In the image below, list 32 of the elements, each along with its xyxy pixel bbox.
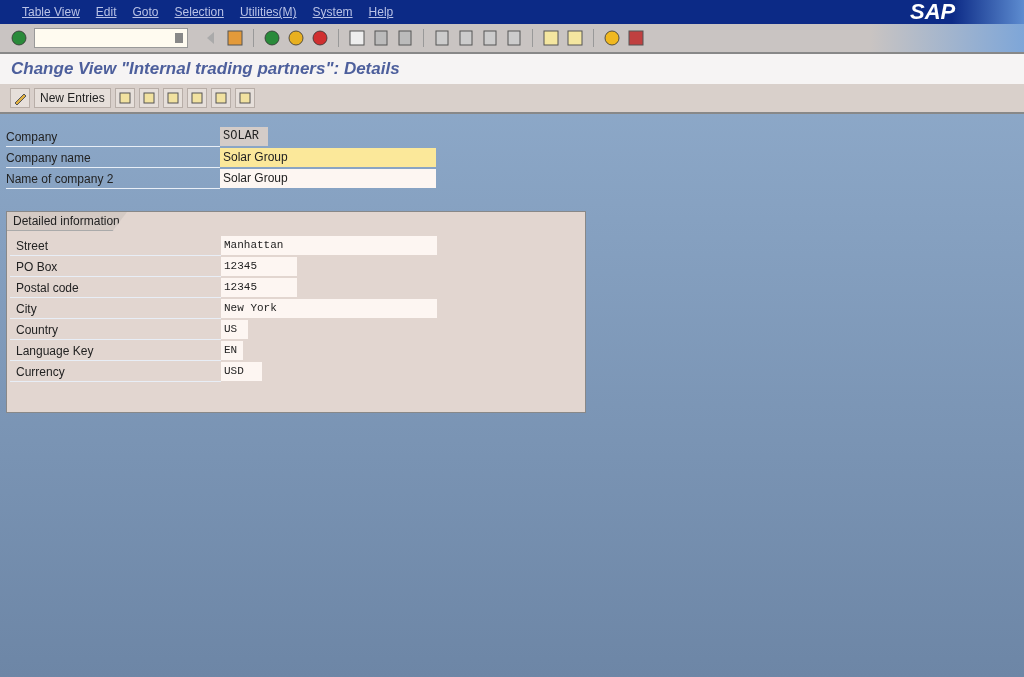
menu-item[interactable]: Utilities(M) — [239, 5, 297, 19]
input-field[interactable]: US — [221, 320, 248, 339]
field-label: Name of company 2 — [6, 168, 220, 189]
edit-icon[interactable] — [10, 88, 30, 108]
new-entries-button[interactable]: New Entries — [34, 88, 111, 108]
menu-item[interactable]: Selection — [174, 5, 224, 19]
menu-item[interactable]: Help — [368, 5, 394, 19]
field-label: PO Box — [10, 256, 221, 277]
field-label: Postal code — [10, 277, 221, 298]
field-label: Company name — [6, 147, 220, 168]
input-field[interactable]: New York — [221, 299, 437, 318]
field-label: Street — [10, 235, 221, 256]
field-label: Language Key — [10, 340, 221, 361]
field-label: Currency — [10, 361, 221, 382]
menu-item[interactable]: Edit — [95, 5, 117, 19]
field-label: City — [10, 298, 221, 319]
input-field[interactable]: EN — [221, 341, 243, 360]
menu-item[interactable]: System — [312, 5, 353, 19]
input-field[interactable]: SOLAR — [220, 127, 268, 146]
menu-item[interactable]: Table View — [22, 5, 80, 19]
field-label: Company — [6, 126, 220, 147]
input-field[interactable]: USD — [221, 362, 262, 381]
input-field[interactable]: 12345 — [221, 257, 297, 276]
group-title: Detailed information — [7, 212, 127, 231]
menu-item[interactable]: Goto — [132, 5, 159, 19]
field-label: Country — [10, 319, 221, 340]
input-field[interactable]: Manhattan — [221, 236, 437, 255]
input-field[interactable]: Solar Group — [220, 169, 436, 188]
input-field[interactable]: 12345 — [221, 278, 297, 297]
command-field[interactable] — [34, 28, 188, 48]
input-field[interactable]: Solar Group — [220, 148, 436, 167]
screen-title: Change View "Internal trading partners": Details — [11, 59, 400, 79]
